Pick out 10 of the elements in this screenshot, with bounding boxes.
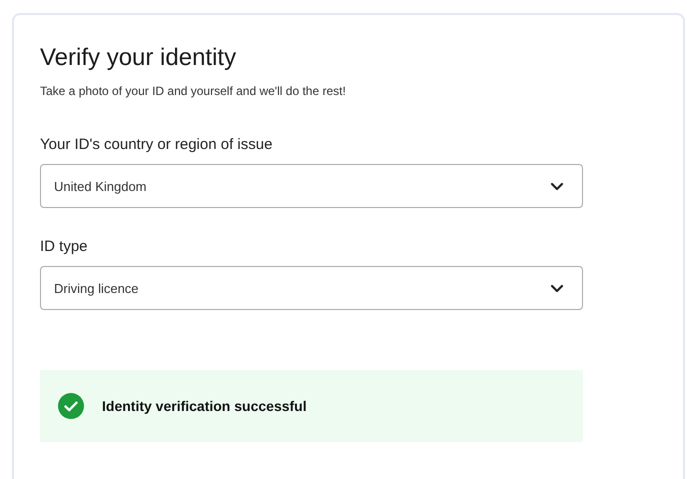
field-label: ID type: [40, 238, 89, 255]
status-message: Identity verification successful: [102, 398, 307, 414]
subtitle: Take a photo of your ID and yourself and we'll do the rest!: [40, 84, 347, 98]
check-circle-icon: [58, 393, 84, 419]
chevron-down-icon: [550, 284, 564, 292]
chevron-down-icon: [550, 182, 564, 190]
page-title: Verify your identity: [40, 43, 238, 73]
dropdown-field[interactable]: United Kingdom: [40, 164, 583, 208]
dropdown-field[interactable]: Driving licence: [40, 266, 583, 310]
field-label: Your ID's country or region of issue: [40, 136, 274, 153]
